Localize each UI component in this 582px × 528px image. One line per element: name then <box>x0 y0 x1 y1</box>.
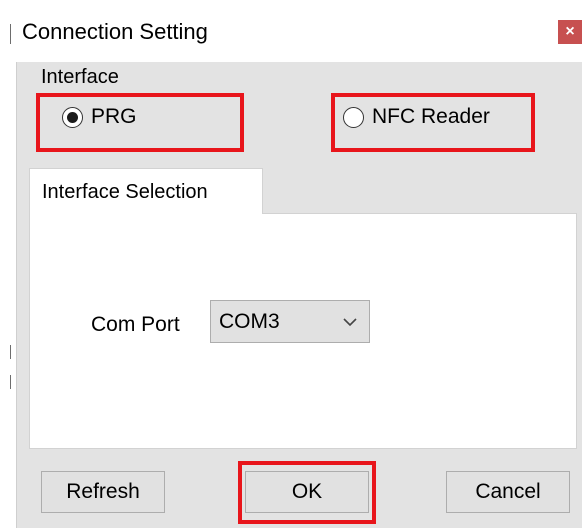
interface-group-label: Interface <box>41 66 119 88</box>
left-edge-mark <box>10 345 11 359</box>
chevron-down-icon <box>343 318 357 327</box>
dialog-title: Connection Setting <box>22 19 208 44</box>
close-icon: × <box>565 23 575 40</box>
cancel-button[interactable]: Cancel <box>446 471 570 513</box>
left-edge-mark <box>10 24 11 44</box>
com-port-label: Com Port <box>91 313 180 336</box>
radio-prg-label: PRG <box>91 105 137 128</box>
dialog-client-area: Interface PRG NFC Reader Interface Selec… <box>16 62 582 528</box>
radio-nfc-reader-label: NFC Reader <box>372 105 490 128</box>
connection-setting-dialog: Connection Setting × Interface PRG NFC R… <box>0 0 582 528</box>
title-bar: Connection Setting × <box>16 0 582 62</box>
radio-button-icon <box>343 106 364 128</box>
tab-interface-selection[interactable]: Interface Selection <box>29 168 263 214</box>
radio-button-icon <box>62 106 83 128</box>
radio-nfc-reader[interactable]: NFC Reader <box>343 105 490 129</box>
left-edge-mark <box>10 375 11 389</box>
radio-prg[interactable]: PRG <box>62 105 137 129</box>
ok-button[interactable]: OK <box>245 471 369 513</box>
com-port-value: COM3 <box>219 310 280 333</box>
interface-selection-panel: Com Port COM3 <box>29 213 577 449</box>
tab-label: Interface Selection <box>42 181 208 203</box>
close-button[interactable]: × <box>558 20 582 44</box>
com-port-select[interactable]: COM3 <box>210 300 370 343</box>
refresh-button[interactable]: Refresh <box>41 471 165 513</box>
